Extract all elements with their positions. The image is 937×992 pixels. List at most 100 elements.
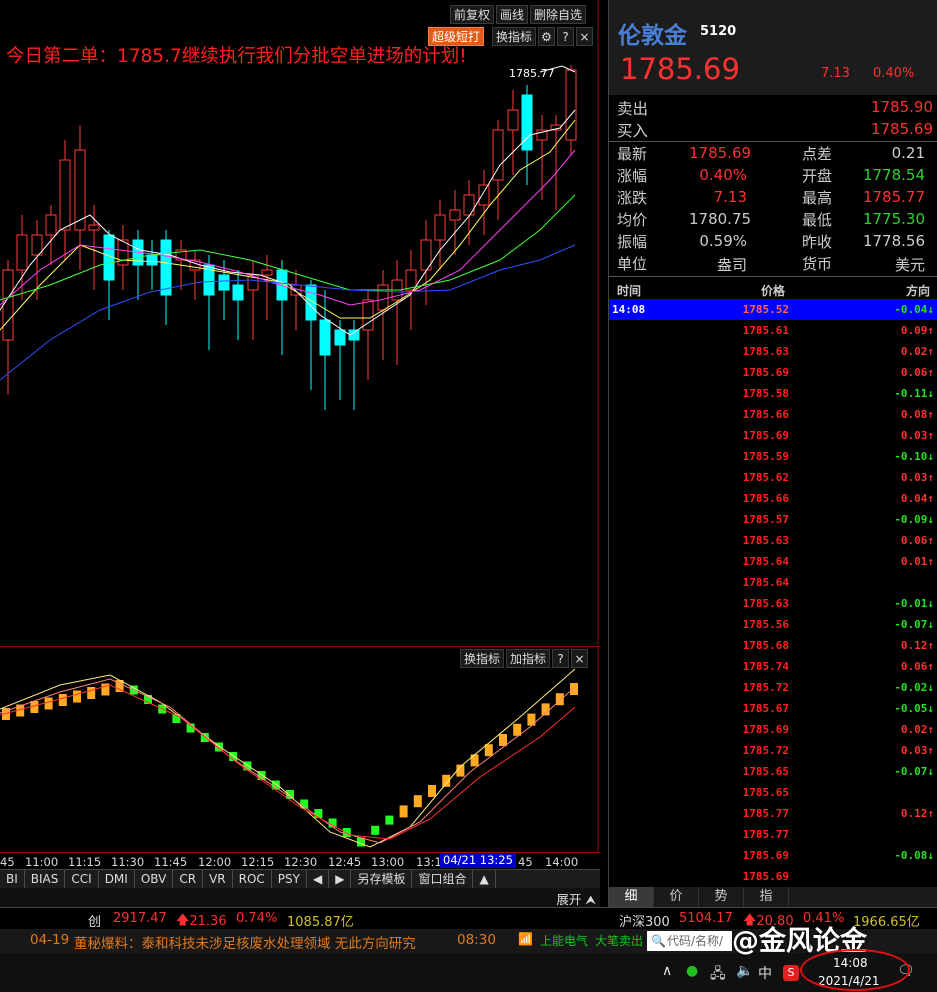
time-cursor-label: 04/21 13:25 xyxy=(440,853,516,868)
indicator-tab[interactable]: PSY xyxy=(272,870,307,888)
news-text[interactable]: 董秘爆料：泰和科技未涉足核废水处理领域 无此方向研究 xyxy=(74,932,416,952)
tick-price: 1785.77 xyxy=(742,807,789,820)
tick-row[interactable]: 1785.67 -0.05↓ xyxy=(609,698,937,719)
tick-row[interactable]: 1785.69 -0.08↓ xyxy=(609,845,937,866)
tick-row[interactable]: 1785.69 0.02↑ xyxy=(609,719,937,740)
tick-row[interactable]: 1785.63 0.06↑ xyxy=(609,530,937,551)
help-button[interactable]: ? xyxy=(557,27,575,46)
indicator-tab[interactable]: CR xyxy=(173,870,204,888)
indicator-tab[interactable]: OBV xyxy=(135,870,174,888)
tick-direction: -0.11↓ xyxy=(894,387,934,400)
tick-row[interactable]: 1785.56 -0.07↓ xyxy=(609,614,937,635)
stat-label: 均价 xyxy=(617,211,648,229)
indicator-change-button[interactable]: 换指标 xyxy=(460,649,505,668)
indicator-tab[interactable]: DMI xyxy=(99,870,135,888)
tick-row[interactable]: 1785.66 0.08↑ xyxy=(609,404,937,425)
indicator-tab[interactable]: BIAS xyxy=(25,870,66,888)
code-search-input[interactable]: 🔍 代码/名称/ xyxy=(647,931,732,951)
candlestick-svg xyxy=(0,0,599,645)
indicator-tab[interactable]: VR xyxy=(203,870,233,888)
wechat-icon[interactable]: ● xyxy=(686,963,698,979)
tick-row[interactable]: 1785.77 xyxy=(609,824,937,845)
tick-row[interactable]: 1785.63 0.02↑ xyxy=(609,341,937,362)
candle-body xyxy=(507,109,519,131)
indicator-help-button[interactable]: ? xyxy=(552,649,570,668)
candle-body xyxy=(478,184,490,206)
divider xyxy=(609,276,937,277)
indicator-tab[interactable]: ▲ xyxy=(473,870,496,888)
indicator-tab[interactable]: ROC xyxy=(233,870,272,888)
tick-row[interactable]: 1785.63 -0.01↓ xyxy=(609,593,937,614)
tick-direction: -0.08↓ xyxy=(894,849,934,862)
change-indicator-button[interactable]: 换指标 xyxy=(492,27,537,46)
tick-row[interactable]: 1785.74 0.06↑ xyxy=(609,656,937,677)
chuang-pct: 0.74% xyxy=(236,911,278,926)
indicator-tab[interactable]: 窗口组合 xyxy=(412,870,474,888)
tick-row[interactable]: 1785.68 0.12↑ xyxy=(609,635,937,656)
network-icon[interactable]: 🖧 xyxy=(710,963,726,987)
candle-body xyxy=(261,269,273,276)
tick-row[interactable]: 1785.57 -0.09↓ xyxy=(609,509,937,530)
tick-header-time: 时间 xyxy=(617,284,642,298)
candle-body xyxy=(434,214,446,241)
tick-row[interactable]: 14:08 1785.52 -0.04↓ xyxy=(609,299,937,320)
indicator-tab[interactable]: ▶ xyxy=(329,870,352,888)
tick-row[interactable]: 1785.65 -0.07↓ xyxy=(609,761,937,782)
tick-row[interactable]: 1785.62 0.03↑ xyxy=(609,467,937,488)
add-indicator-button[interactable]: 加指标 xyxy=(506,649,551,668)
delete-self-select-button[interactable]: 删除自选 xyxy=(530,5,587,24)
tick-price: 1785.58 xyxy=(742,387,789,400)
tick-direction: 0.08↑ xyxy=(900,408,934,421)
tick-row[interactable]: 1785.69 xyxy=(609,866,937,887)
ime-indicator[interactable]: 中 xyxy=(758,963,772,983)
tick-direction: -0.04↓ xyxy=(894,303,934,316)
indicator-tab[interactable]: CCI xyxy=(65,870,99,888)
volume-icon[interactable]: 🔈 xyxy=(736,963,753,979)
indicator-close-icon[interactable]: × xyxy=(571,649,589,668)
tick-price: 1785.62 xyxy=(742,471,789,484)
candle-body xyxy=(232,284,244,301)
tick-row[interactable]: 1785.72 -0.02↓ xyxy=(609,677,937,698)
tick-row[interactable]: 1785.59 -0.10↓ xyxy=(609,446,937,467)
quote-tab[interactable]: 细 xyxy=(609,887,654,907)
candle-body xyxy=(146,254,158,266)
tick-row[interactable]: 1785.64 0.01↑ xyxy=(609,551,937,572)
indicator-bar xyxy=(73,690,81,703)
tick-row[interactable]: 1785.72 0.03↑ xyxy=(609,740,937,761)
indicator-tab[interactable]: BI xyxy=(0,870,25,888)
tick-direction: -0.07↓ xyxy=(894,618,934,631)
candle-body xyxy=(160,239,172,296)
time-label: 13:1 xyxy=(416,855,442,869)
expand-button[interactable]: 展开 ⮝ xyxy=(556,889,596,908)
chevron-up-icon[interactable]: ∧ xyxy=(662,963,672,979)
tick-price: 1785.63 xyxy=(742,534,789,547)
tick-row[interactable]: 1785.69 0.06↑ xyxy=(609,362,937,383)
tick-row[interactable]: 1785.61 0.09↑ xyxy=(609,320,937,341)
candlestick-chart[interactable]: 前复权 画线 删除自选 超级短打 换指标 ⚙ ? × 今日第二单：1785.7继… xyxy=(0,0,600,645)
tick-row[interactable]: 1785.58 -0.11↓ xyxy=(609,383,937,404)
tick-price: 1785.56 xyxy=(742,618,789,631)
quote-tab[interactable]: 势 xyxy=(699,887,744,907)
draw-line-button[interactable]: 画线 xyxy=(496,5,529,24)
stat-label: 涨跌 xyxy=(617,189,648,207)
indicator-tab[interactable]: 另存模板 xyxy=(351,870,413,888)
indicator-tab[interactable]: ◀ xyxy=(307,870,330,888)
tick-price: 1785.61 xyxy=(742,324,789,337)
tick-row[interactable]: 1785.77 0.12↑ xyxy=(609,803,937,824)
tick-row[interactable]: 1785.66 0.04↑ xyxy=(609,488,937,509)
tick-row[interactable]: 1785.64 xyxy=(609,572,937,593)
candle-body xyxy=(2,269,14,341)
indicator-panel[interactable]: 换指标 加指标 ? × xyxy=(0,646,600,853)
close-icon[interactable]: × xyxy=(576,27,594,46)
quote-tab[interactable]: 价 xyxy=(654,887,699,907)
sogou-icon[interactable]: S xyxy=(783,965,799,981)
tick-row[interactable]: 1785.65 xyxy=(609,782,937,803)
stat-label: 货币 xyxy=(802,255,833,273)
quote-tab[interactable]: 指 xyxy=(744,887,789,907)
tick-row[interactable]: 1785.69 0.03↑ xyxy=(609,425,937,446)
tick-direction: 0.02↑ xyxy=(900,345,934,358)
gear-icon[interactable]: ⚙ xyxy=(538,27,556,46)
news-stock[interactable]: 上能电气 xyxy=(540,932,588,949)
adjust-button[interactable]: 前复权 xyxy=(450,5,495,24)
tick-direction: -0.01↓ xyxy=(894,597,934,610)
